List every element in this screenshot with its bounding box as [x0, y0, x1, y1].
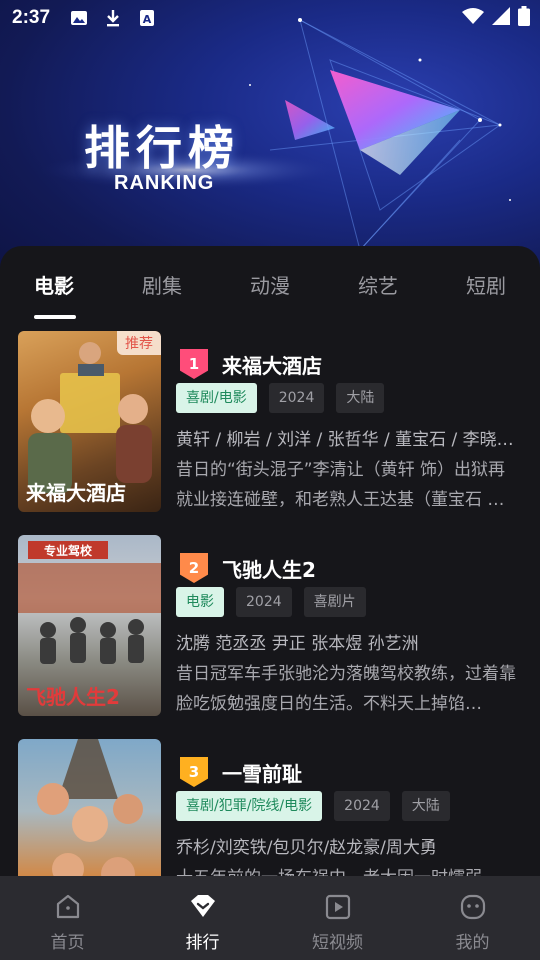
ranking-panel: 电影 剧集 动漫 综艺 短剧 推荐 来福大酒店 1 来福大酒店 喜剧/电影 20… — [0, 246, 540, 960]
movie-cast: 乔杉/刘奕铁/包贝尔/赵龙豪/周大勇 — [176, 838, 437, 858]
region-chip: 大陆 — [401, 791, 450, 821]
year-chip: 2024 — [334, 791, 390, 821]
nav-short-video-label: 短视频 — [312, 933, 363, 953]
year-chip: 2024 — [268, 383, 325, 413]
bottom-navigation: 首页 排行 短视频 我的 — [0, 876, 540, 960]
signal-icon — [492, 7, 510, 29]
nav-ranking[interactable]: 排行 — [135, 876, 270, 960]
nav-profile[interactable]: 我的 — [405, 876, 540, 960]
banner-title: 排行榜 — [84, 121, 240, 175]
genre-chip: 喜剧/犯罪/院线/电影 — [176, 791, 323, 821]
status-time: 2:37 — [12, 7, 51, 28]
tab-movie[interactable]: 电影 — [24, 270, 84, 299]
svg-text:A: A — [143, 13, 152, 26]
movie-title[interactable]: 来福大酒店 — [222, 350, 322, 379]
nav-short-video[interactable]: 短视频 — [270, 876, 405, 960]
region-chip: 大陆 — [336, 383, 385, 413]
nav-home-label: 首页 — [50, 933, 85, 953]
tab-variety[interactable]: 综艺 — [348, 270, 408, 299]
poster-title: 飞驰人生2 — [26, 685, 120, 709]
nav-ranking-label: 排行 — [185, 933, 220, 953]
wifi-icon — [462, 7, 484, 29]
movie-cast: 黄轩 / 柳岩 / 刘洋 / 张哲华 / 董宝石 / 李晓… — [176, 430, 514, 450]
recommend-badge: 推荐 — [117, 331, 161, 355]
tab-active-indicator — [34, 315, 76, 319]
poster-title: 来福大酒店 — [26, 481, 126, 505]
status-bar: 2:37 A — [0, 0, 540, 36]
genre-chip: 电影 — [176, 587, 224, 617]
nav-profile-label: 我的 — [455, 933, 490, 953]
tab-series[interactable]: 剧集 — [132, 270, 192, 299]
image-icon — [68, 8, 90, 28]
movie-card[interactable]: 推荐 来福大酒店 1 来福大酒店 喜剧/电影 2024 大陆 黄轩 / 柳岩 /… — [18, 331, 522, 513]
movie-description: 昔日的“街头混子”李清让（黄轩 饰）出狱再就业接连碰壁，和老熟人王达基（董宝石 … — [176, 460, 506, 510]
home-icon — [53, 892, 83, 922]
rank-badge: 1 — [180, 349, 208, 379]
movie-poster[interactable]: 推荐 来福大酒店 — [18, 331, 161, 512]
nav-home[interactable]: 首页 — [0, 876, 135, 960]
genre-chip: 喜剧/电影 — [176, 383, 257, 413]
rank-badge: 2 — [180, 553, 208, 583]
profile-icon — [458, 892, 488, 922]
svg-text:专业驾校: 专业驾校 — [44, 543, 93, 558]
category-tabs: 电影 剧集 动漫 综艺 短剧 — [0, 246, 540, 322]
tab-anime[interactable]: 动漫 — [240, 270, 300, 299]
movie-title[interactable]: 飞驰人生2 — [222, 554, 316, 583]
rank-badge: 3 — [180, 757, 208, 787]
movie-poster[interactable]: 专业驾校 飞驰人生2 — [18, 535, 161, 716]
year-chip: 2024 — [236, 587, 292, 617]
download-icon — [102, 8, 124, 28]
video-icon — [323, 892, 353, 922]
font-icon: A — [136, 8, 158, 28]
battery-icon — [518, 6, 530, 30]
category-chip: 喜剧片 — [303, 587, 366, 617]
tab-short-drama[interactable]: 短剧 — [456, 270, 516, 299]
banner-subtitle: RANKING — [114, 172, 215, 194]
movie-card[interactable]: 专业驾校 飞驰人生2 2 飞驰人生2 电影 2024 喜剧片 沈腾 范丞丞 尹正… — [18, 535, 522, 717]
movie-cast: 沈腾 范丞丞 尹正 张本煜 孙艺洲 — [176, 634, 419, 654]
movie-title[interactable]: 一雪前耻 — [222, 758, 302, 787]
movie-description: 昔日冠军车手张驰沦为落魄驾校教练，过着靠脸吃饭勉强度日的生活。不料天上掉馅… — [176, 664, 516, 714]
ranking-icon — [188, 892, 218, 922]
